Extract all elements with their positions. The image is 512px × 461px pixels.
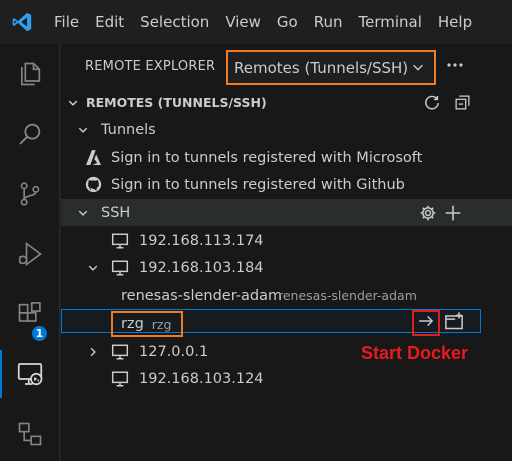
vscode-logo-icon bbox=[0, 0, 44, 44]
rzg-folder-highlight[interactable]: rzg rzg bbox=[111, 311, 183, 337]
add-icon[interactable] bbox=[444, 204, 462, 222]
open-in-new-window-button[interactable] bbox=[442, 311, 466, 335]
more-actions-icon[interactable] bbox=[444, 54, 466, 76]
new-window-icon bbox=[444, 311, 464, 335]
menu-selection[interactable]: Selection bbox=[132, 0, 217, 44]
azure-icon bbox=[84, 149, 102, 167]
source-control-icon[interactable] bbox=[0, 164, 60, 224]
chevron-down-icon bbox=[65, 95, 81, 111]
ssh-host-row[interactable]: 192.168.103.124 bbox=[61, 365, 512, 392]
section-title: REMOTES (TUNNELS/SSH) bbox=[86, 95, 267, 110]
collapse-all-icon[interactable] bbox=[453, 94, 471, 112]
folder-name: rzg bbox=[121, 316, 144, 332]
remote-explorer-icon[interactable] bbox=[0, 344, 60, 404]
host-label: 192.168.103.184 bbox=[139, 259, 264, 276]
menu-file[interactable]: File bbox=[44, 0, 87, 44]
chevron-down-icon bbox=[411, 60, 425, 78]
monitor-icon bbox=[111, 370, 129, 388]
folder-detail: renesas-slender-adam bbox=[278, 288, 417, 303]
sidebar-header: REMOTE EXPLORER Remotes (Tunnels/SSH) bbox=[61, 44, 512, 88]
list-item-label: Sign in to tunnels registered with Micro… bbox=[111, 149, 423, 166]
sidebar-title: REMOTE EXPLORER bbox=[85, 59, 216, 74]
ssh-group[interactable]: SSH bbox=[61, 199, 512, 226]
monitor-icon bbox=[111, 259, 129, 277]
chevron-down-icon bbox=[75, 122, 91, 138]
title-bar: File Edit Selection View Go Run Terminal… bbox=[0, 0, 512, 44]
chevron-right-icon bbox=[85, 344, 101, 360]
connect-in-current-window-button[interactable] bbox=[412, 310, 440, 336]
chevron-down-icon bbox=[85, 260, 101, 276]
folder-detail: rzg bbox=[151, 316, 172, 332]
tunnel-signin-github[interactable]: Sign in to tunnels registered with Githu… bbox=[61, 171, 512, 198]
remote-explorer-sidebar: REMOTE EXPLORER Remotes (Tunnels/SSH) RE… bbox=[61, 44, 512, 461]
ssh-label: SSH bbox=[101, 204, 131, 221]
chevron-down-icon bbox=[75, 205, 91, 221]
remotes-dropdown[interactable]: Remotes (Tunnels/SSH) bbox=[226, 50, 436, 85]
tunnels-label: Tunnels bbox=[101, 121, 156, 138]
host-label: 192.168.103.124 bbox=[139, 370, 264, 387]
menu-view[interactable]: View bbox=[217, 0, 269, 44]
menu-help[interactable]: Help bbox=[430, 0, 480, 44]
extensions-icon[interactable]: 1 bbox=[0, 284, 60, 344]
ssh-host-row[interactable]: 192.168.103.184 bbox=[61, 254, 512, 281]
github-icon bbox=[84, 176, 102, 194]
list-item-label: Sign in to tunnels registered with Githu… bbox=[111, 176, 405, 193]
tunnels-group[interactable]: Tunnels bbox=[61, 116, 512, 143]
start-docker-annotation: Start Docker bbox=[361, 343, 469, 363]
explorer-icon[interactable] bbox=[0, 44, 60, 104]
menu-go[interactable]: Go bbox=[269, 0, 306, 44]
ssh-host-row[interactable]: 192.168.113.174 bbox=[61, 227, 512, 254]
monitor-icon bbox=[111, 343, 129, 361]
remotes-section-header[interactable]: REMOTES (TUNNELS/SSH) bbox=[61, 89, 512, 116]
refresh-icon[interactable] bbox=[423, 94, 441, 112]
monitor-icon bbox=[111, 232, 129, 250]
settings-gear-icon[interactable] bbox=[419, 204, 437, 222]
menu-run[interactable]: Run bbox=[306, 0, 351, 44]
host-label: 127.0.0.1 bbox=[139, 343, 209, 360]
remote-folder-row[interactable]: renesas-slender-adam renesas-slender-ada… bbox=[61, 282, 512, 309]
extensions-badge: 1 bbox=[30, 324, 49, 343]
tunnel-signin-microsoft[interactable]: Sign in to tunnels registered with Micro… bbox=[61, 144, 512, 171]
menu-terminal[interactable]: Terminal bbox=[351, 0, 430, 44]
host-label: 192.168.113.174 bbox=[139, 232, 264, 249]
run-debug-icon[interactable] bbox=[0, 224, 60, 284]
folder-name: renesas-slender-adam bbox=[121, 287, 283, 304]
menu-edit[interactable]: Edit bbox=[87, 0, 132, 44]
search-icon[interactable] bbox=[0, 104, 60, 164]
menu-bar: File Edit Selection View Go Run Terminal… bbox=[44, 0, 480, 44]
activity-bar: 1 bbox=[0, 44, 60, 461]
remote-icon[interactable] bbox=[0, 404, 60, 461]
dropdown-value: Remotes (Tunnels/SSH) bbox=[234, 58, 409, 77]
arrow-right-icon bbox=[417, 312, 435, 334]
